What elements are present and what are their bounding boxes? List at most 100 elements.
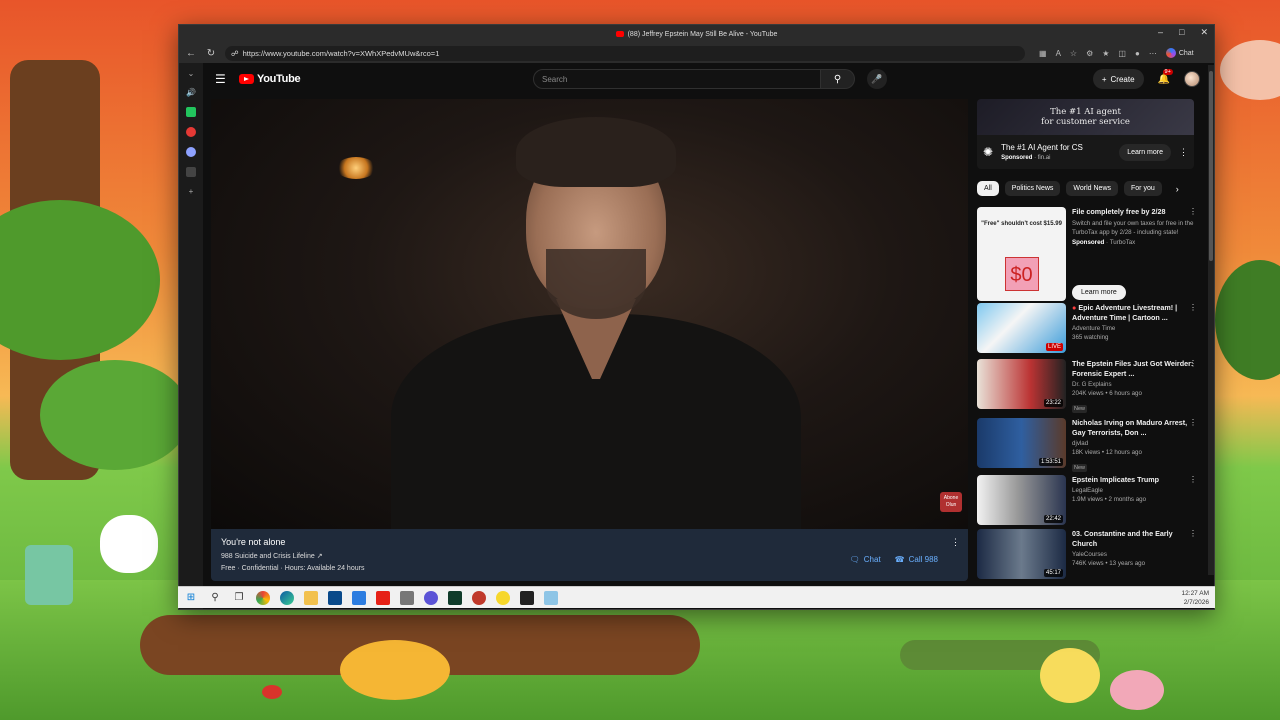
chip-all[interactable]: All — [977, 181, 999, 196]
app-icon[interactable] — [424, 590, 438, 605]
file-explorer-icon[interactable] — [304, 590, 318, 605]
chip-politics-news[interactable]: Politics News — [1004, 181, 1061, 196]
sidebar-app-icon[interactable] — [186, 147, 196, 157]
taskbar-search-icon[interactable]: ⚲ — [208, 591, 222, 605]
video-more-icon[interactable]: ⋮ — [1189, 359, 1197, 368]
sponsored-more-icon[interactable]: ⋮ — [1189, 207, 1197, 216]
list-item[interactable]: LIVE ● Epic Adventure Livestream! | Adve… — [977, 303, 1199, 353]
video-stats: 365 watching — [1072, 334, 1109, 341]
wallpaper-cloud — [1220, 40, 1280, 100]
video-stats: 746K views • 13 years ago — [1072, 560, 1146, 567]
app-icon[interactable] — [400, 590, 414, 605]
chrome-icon[interactable] — [256, 590, 270, 605]
ad-banner[interactable]: The #1 AI agent for customer service — [977, 99, 1194, 135]
app-icon[interactable] — [352, 590, 366, 605]
collections-icon[interactable]: ◫ — [1118, 49, 1126, 58]
ad-title: The #1 AI Agent for CS — [1001, 143, 1083, 152]
crisis-more-icon[interactable]: ⋮ — [951, 537, 960, 548]
terminal-icon[interactable] — [448, 590, 462, 605]
favorite-star-icon[interactable]: ☆ — [1070, 49, 1077, 58]
video-duration: 22:42 — [1043, 515, 1063, 523]
site-info-icon[interactable]: ☍ — [231, 49, 239, 58]
crisis-heading: You're not alone — [221, 537, 286, 547]
norton-icon[interactable] — [496, 590, 510, 605]
video-more-icon[interactable]: ⋮ — [1189, 303, 1197, 312]
video-more-icon[interactable]: ⋮ — [1189, 418, 1197, 427]
live-dot-icon: ● — [1072, 303, 1077, 312]
more-menu-icon[interactable]: ⋯ — [1149, 49, 1157, 58]
video-stats: 1.9M views • 2 months ago — [1072, 496, 1147, 503]
app-icon[interactable] — [472, 590, 486, 605]
app-available-icon[interactable]: ▦ — [1039, 49, 1047, 58]
sidebar-add-icon[interactable]: + — [189, 187, 194, 196]
sidebar-app-icon[interactable] — [186, 127, 196, 137]
list-item[interactable]: 22:42 Epstein Implicates Trump LegalEagl… — [977, 475, 1199, 525]
crisis-chat-button[interactable]: 🗨 Chat — [850, 555, 881, 564]
sidebar-app-icon[interactable] — [186, 107, 196, 117]
list-item[interactable]: 1:53:51 Nicholas Irving on Maduro Arrest… — [977, 418, 1199, 474]
sidebar-speaker-icon[interactable]: 🔊 — [186, 88, 196, 97]
favorites-icon[interactable]: ★ — [1102, 49, 1109, 58]
chip-for-you[interactable]: For you — [1124, 181, 1162, 196]
crisis-chat-label: Chat — [863, 555, 881, 564]
edge-sidebar: ⌄ 🔊 + — [179, 63, 203, 609]
sponsored-learn-more-button[interactable]: Learn more — [1072, 285, 1126, 300]
scrollbar-thumb[interactable] — [1209, 71, 1213, 261]
youtube-page: ☰ YouTube Search ⚲ 🎤 + Create 🔔 9+ Abone… — [203, 63, 1214, 609]
crisis-lifeline-link[interactable]: 988 Suicide and Crisis Lifeline ↗ — [221, 552, 958, 560]
url-field[interactable]: ☍ https://www.youtube.com/watch?v=XWhXPe… — [225, 45, 1025, 61]
store-icon[interactable] — [328, 590, 342, 605]
close-button[interactable]: ✕ — [1200, 27, 1208, 38]
app-icon[interactable] — [520, 590, 534, 605]
video-channel: Dr. G Explains — [1072, 381, 1112, 388]
sidebar-scrollbar[interactable] — [1208, 65, 1214, 575]
video-more-icon[interactable]: ⋮ — [1189, 475, 1197, 484]
minimize-button[interactable]: – — [1158, 27, 1163, 38]
search-input[interactable]: Search — [533, 69, 821, 89]
list-item[interactable]: 45:17 03. Constantine and the Early Chur… — [977, 529, 1199, 579]
finn-character — [100, 515, 158, 573]
app-icon[interactable] — [544, 590, 558, 605]
menu-icon[interactable]: ☰ — [215, 72, 231, 86]
voice-search-button[interactable]: 🎤 — [867, 69, 887, 89]
maximize-button[interactable]: □ — [1179, 27, 1184, 38]
turbotax-thumbnail: "Free" shouldn't cost $15.99 $0 — [977, 207, 1066, 301]
youtube-logo-text: YouTube — [257, 73, 301, 85]
copilot-chat-button[interactable]: Chat — [1165, 48, 1194, 58]
youtube-play-icon — [239, 74, 254, 84]
copilot-icon — [1165, 48, 1176, 58]
edge-icon[interactable] — [280, 590, 294, 605]
sponsored-label: Sponsored — [1072, 239, 1105, 246]
subscribe-watermark[interactable]: Abone Olun — [940, 492, 962, 512]
ad-more-icon[interactable]: ⋮ — [1179, 147, 1188, 158]
crisis-hours: Free · Confidential · Hours: Available 2… — [221, 565, 365, 572]
video-duration: 23:22 — [1043, 399, 1063, 407]
youtube-app-icon[interactable] — [376, 590, 390, 605]
profile-icon[interactable]: ● — [1135, 49, 1140, 58]
ad-domain: fin.ai — [1037, 155, 1051, 161]
task-view-icon[interactable]: ❐ — [232, 591, 246, 605]
read-aloud-icon[interactable]: A — [1056, 49, 1061, 58]
video-channel: djvlad — [1072, 440, 1089, 447]
list-item[interactable]: 23:22 The Epstein Files Just Got Weirder… — [977, 359, 1199, 415]
sidebar-collapse-icon[interactable]: ⌄ — [188, 69, 195, 78]
chip-world-news[interactable]: World News — [1066, 181, 1119, 196]
ad-learn-more-button[interactable]: Learn more — [1119, 143, 1171, 161]
youtube-logo[interactable]: YouTube — [239, 73, 301, 85]
system-clock[interactable]: 12:27 AM 2/7/2026 — [1182, 589, 1209, 607]
windows-start-icon[interactable]: ⊞ — [184, 591, 198, 605]
sponsored-video[interactable]: "Free" shouldn't cost $15.99 $0 File com… — [977, 207, 1199, 301]
crisis-support-panel: You're not alone 988 Suicide and Crisis … — [211, 529, 968, 581]
search-button[interactable]: ⚲ — [821, 69, 855, 89]
video-stats: 18K views • 12 hours ago — [1072, 449, 1142, 456]
refresh-icon[interactable]: ↻ — [205, 48, 217, 59]
video-channel: Adventure Time — [1072, 325, 1116, 332]
crisis-call-button[interactable]: ☎ Call 988 — [895, 555, 938, 564]
chevron-right-icon[interactable]: › — [1176, 184, 1179, 194]
video-player[interactable]: Abone Olun — [211, 99, 968, 529]
extensions-icon[interactable]: ⚙ — [1086, 49, 1093, 58]
video-more-icon[interactable]: ⋮ — [1189, 529, 1197, 538]
sidebar-app-icon[interactable] — [186, 167, 196, 177]
ad-banner-line1: The #1 AI agent — [1050, 107, 1121, 117]
back-icon[interactable]: ← — [185, 48, 197, 59]
